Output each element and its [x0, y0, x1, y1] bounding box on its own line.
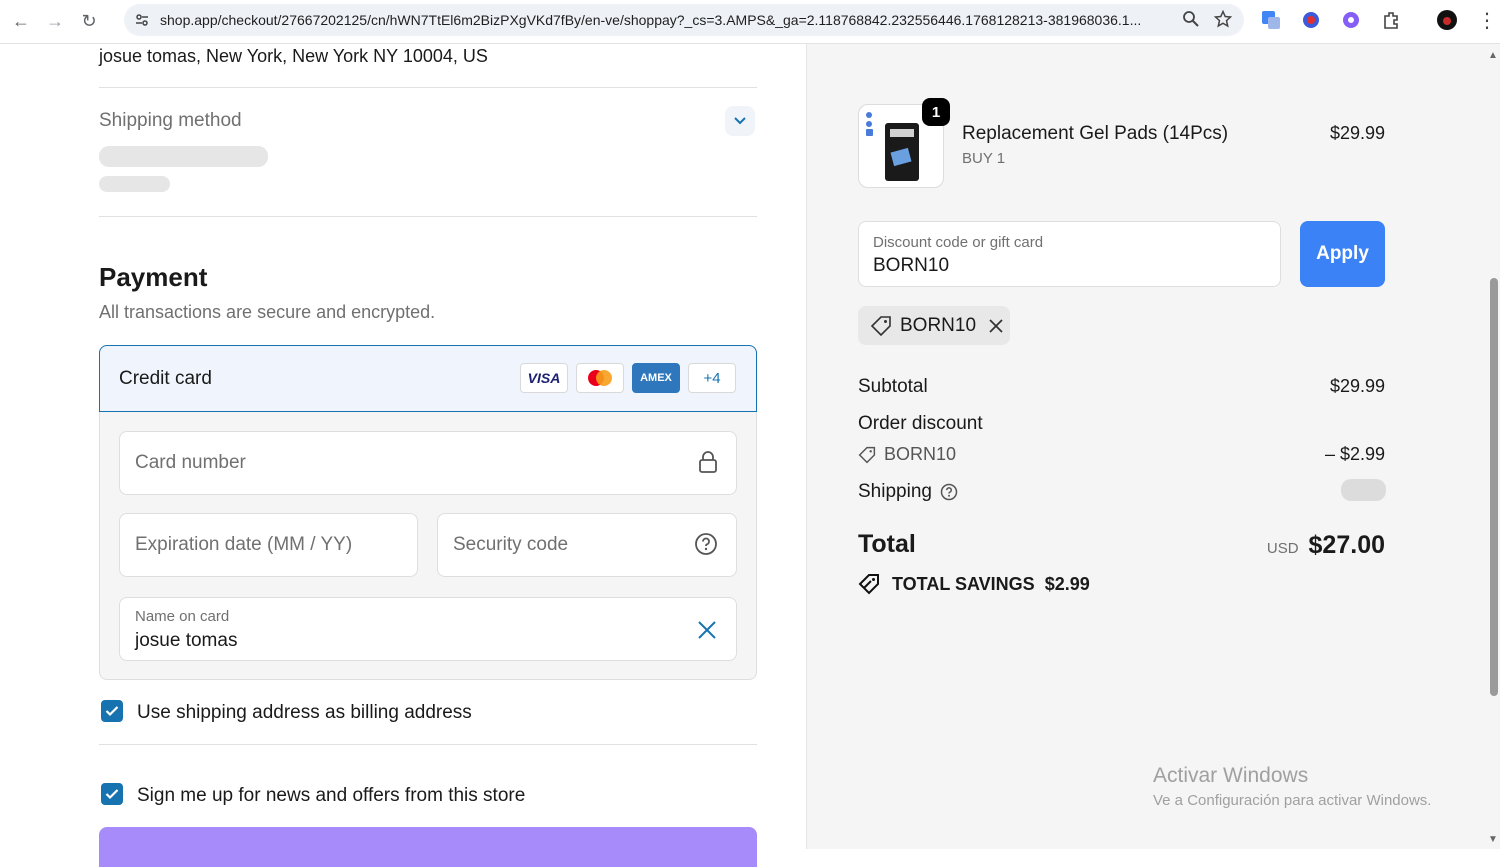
scroll-down-arrow[interactable]: ▼ [1488, 834, 1498, 845]
security-code-field[interactable]: Security code [437, 513, 737, 577]
windows-activation-watermark: Activar Windows Ve a Configuración para … [1153, 764, 1431, 809]
payment-subtitle: All transactions are secure and encrypte… [99, 302, 436, 322]
total-label: Total [858, 530, 916, 558]
watermark-subtitle: Ve a Configuración para activar Windows. [1153, 792, 1432, 809]
shipping-loading-skeleton [1341, 479, 1386, 501]
tag-icon [858, 446, 876, 463]
remove-discount-icon[interactable] [988, 318, 1004, 334]
card-number-placeholder: Card number [135, 452, 246, 473]
browser-toolbar: ← → ↻ shop.app/checkout/27667202125/cn/h… [0, 0, 1500, 44]
expiration-placeholder: Expiration date (MM / YY) [135, 534, 353, 555]
product-name: Replacement Gel Pads (14Pcs) [962, 123, 1229, 144]
name-on-card-value[interactable]: josue tomas [135, 630, 237, 652]
loading-skeleton [99, 146, 268, 167]
credit-card-panel: Credit card VISA AMEX +4 Card number Exp… [99, 345, 757, 680]
reload-icon[interactable]: ↻ [76, 9, 102, 35]
security-code-placeholder: Security code [453, 534, 569, 555]
scrollbar-thumb[interactable] [1490, 278, 1498, 696]
bug-extension-icon[interactable] [1298, 7, 1324, 33]
discount-code-name: BORN10 [884, 444, 957, 464]
product-price: $29.99 [1329, 123, 1385, 143]
zoom-icon[interactable] [1182, 10, 1200, 28]
chevron-down-icon[interactable] [725, 106, 755, 136]
applied-discount-code: BORN10 [900, 314, 977, 336]
divider [99, 216, 757, 217]
order-discount-label: Order discount [858, 413, 983, 434]
shipping-label: Shipping [858, 481, 932, 502]
discount-code-value[interactable]: BORN10 [873, 255, 949, 277]
savings-value: $2.99 [1044, 573, 1090, 594]
profile-avatar[interactable] [1434, 7, 1460, 33]
tag-icon [870, 315, 891, 336]
discount-code-field[interactable]: Discount code or gift card BORN10 [858, 221, 1281, 287]
discount-code-label: Discount code or gift card [873, 234, 1044, 251]
savings-tag-icon [858, 574, 879, 595]
total-amount: USD $27.00 [1267, 531, 1385, 560]
shipping-method-label: Shipping method [99, 110, 242, 131]
subtotal-label: Subtotal [858, 376, 928, 397]
news-checkbox-label: Sign me up for news and offers from this… [137, 785, 526, 806]
url-text[interactable]: shop.app/checkout/27667202125/cn/hWN7TtE… [160, 12, 1160, 28]
amex-logo: AMEX [632, 363, 680, 393]
pay-button[interactable] [99, 827, 757, 867]
discount-code-row: BORN10 [858, 444, 956, 465]
help-circle-icon[interactable] [694, 532, 718, 556]
name-on-card-field[interactable]: Name on card josue tomas [119, 597, 737, 661]
applied-discount-chip: BORN10 [858, 306, 1010, 345]
loading-skeleton [99, 176, 170, 192]
total-savings: TOTAL SAVINGS $2.99 [858, 573, 1090, 595]
address-bar[interactable]: shop.app/checkout/27667202125/cn/hWN7TtE… [124, 4, 1244, 36]
billing-checkbox-label: Use shipping address as billing address [137, 702, 472, 723]
purple-extension-icon[interactable] [1338, 7, 1364, 33]
shipping-row: Shipping [858, 481, 958, 503]
site-info-icon[interactable] [134, 12, 150, 28]
quantity-badge: 1 [922, 98, 950, 126]
extensions-puzzle-icon[interactable] [1378, 7, 1404, 33]
shipping-address: josue tomas, New York, New York NY 10004… [99, 46, 488, 66]
payment-title: Payment [99, 262, 208, 292]
visa-logo: VISA [520, 363, 568, 393]
savings-label: TOTAL SAVINGS [892, 573, 1035, 594]
checkout-form: josue tomas, New York, New York NY 10004… [0, 44, 806, 867]
mastercard-logo [576, 363, 624, 393]
translate-extension-icon[interactable] [1258, 7, 1284, 33]
card-number-field[interactable]: Card number [119, 431, 737, 495]
clear-icon[interactable] [696, 619, 718, 641]
news-checkbox[interactable] [101, 783, 123, 805]
currency-code: USD [1266, 540, 1299, 557]
subtotal-value: $29.99 [1329, 376, 1385, 396]
divider [99, 744, 757, 745]
lock-icon [699, 451, 717, 473]
order-summary: 1 Replacement Gel Pads (14Pcs) BUY 1 $29… [806, 44, 1500, 849]
more-cards-badge[interactable]: +4 [688, 363, 736, 393]
billing-checkbox[interactable] [101, 700, 123, 722]
credit-card-label: Credit card [119, 367, 212, 389]
product-variant: BUY 1 [962, 150, 1006, 167]
forward-icon[interactable]: → [42, 9, 68, 35]
browser-menu-icon[interactable]: ⋮ [1474, 7, 1500, 33]
apply-button[interactable]: Apply [1300, 221, 1385, 287]
total-value: $27.00 [1308, 531, 1385, 559]
discount-amount: – $2.99 [1324, 444, 1385, 464]
back-icon[interactable]: ← [8, 9, 34, 35]
expiration-field[interactable]: Expiration date (MM / YY) [119, 513, 418, 577]
help-circle-icon[interactable] [940, 483, 958, 501]
credit-card-option[interactable]: Credit card VISA AMEX +4 [99, 345, 757, 412]
scroll-up-arrow[interactable]: ▲ [1488, 50, 1498, 61]
name-on-card-label: Name on card [135, 608, 230, 625]
bookmark-star-icon[interactable] [1214, 10, 1232, 28]
watermark-title: Activar Windows [1153, 764, 1309, 787]
divider [99, 87, 757, 88]
